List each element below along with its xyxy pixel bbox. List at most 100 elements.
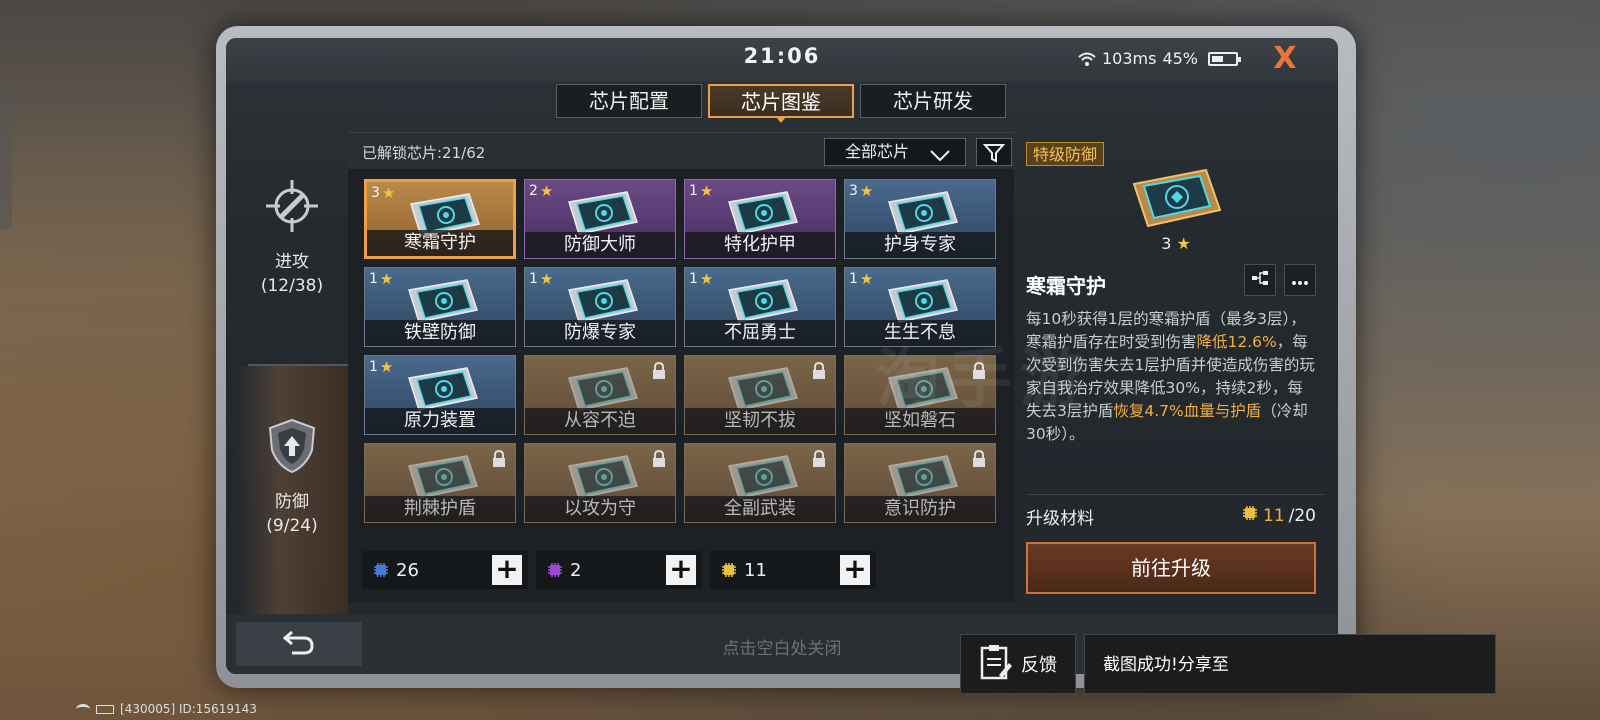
chip-card[interactable]: 全副武装 <box>684 443 836 523</box>
chip-star-count: 1 <box>369 271 378 287</box>
chip-name-label: 护身专家 <box>845 232 995 258</box>
device-id-text: [430005] ID:15619143 <box>120 702 257 716</box>
clipboard-icon <box>979 643 1013 685</box>
chip-card[interactable]: 3 ★ 护身专家 <box>844 179 996 259</box>
lock-icon <box>651 361 667 380</box>
add-blue-chip-button[interactable]: + <box>492 555 522 585</box>
category-attack[interactable]: 进攻 (12/38) <box>236 176 348 298</box>
chip-tree-button[interactable] <box>1244 264 1276 296</box>
chip-name-label: 坚韧不拔 <box>685 408 835 434</box>
chip-card[interactable]: 1 ★ 铁壁防御 <box>364 267 516 347</box>
category-defense-label: 防御 <box>275 492 309 512</box>
detail-actions <box>1244 264 1316 296</box>
chip-codex-screen: 21:06 103ms 45% X 芯片配置 芯片图鉴 芯片研发 进攻 (12/… <box>226 38 1338 674</box>
lock-icon <box>971 449 987 468</box>
chip-card[interactable]: 1 ★ 防爆专家 <box>524 267 676 347</box>
gold-chip-icon <box>720 561 738 579</box>
device-status-bar: [430005] ID:15619143 <box>76 702 257 716</box>
chip-card[interactable]: 3 ★ 寒霜守护 <box>364 179 516 259</box>
resource-gold-value: 11 <box>744 559 767 581</box>
chip-name-label: 寒霜守护 <box>367 230 513 256</box>
chip-card[interactable]: 从容不迫 <box>524 355 676 435</box>
lock-icon <box>651 449 667 468</box>
chevron-down-icon <box>929 145 951 171</box>
resource-blue-chip: 26 + <box>362 551 528 589</box>
star-icon: ★ <box>1171 234 1191 253</box>
upgrade-need: /20 <box>1288 505 1316 526</box>
chip-panel-header: 已解锁芯片:21/62 全部芯片 <box>348 133 1014 169</box>
chip-name-label: 铁壁防御 <box>365 320 515 346</box>
upgrade-have: 11 <box>1263 505 1285 526</box>
resource-bar: 26 + 2 + 11 + <box>362 551 876 589</box>
star-icon: ★ <box>859 270 874 288</box>
chip-filter-label: 全部芯片 <box>845 142 910 161</box>
purple-chip-icon <box>546 561 564 579</box>
chip-card-icon <box>721 188 803 238</box>
chip-stars: 1 ★ <box>369 358 393 376</box>
chip-name-label: 意识防护 <box>845 496 995 522</box>
chip-card-icon <box>401 452 483 502</box>
chip-name-label: 防御大师 <box>525 232 675 258</box>
star-icon: ★ <box>859 182 874 200</box>
category-defense-count: (9/24) <box>266 516 318 536</box>
tab-chip-codex[interactable]: 芯片图鉴 <box>708 84 854 123</box>
side-handle[interactable] <box>0 90 12 230</box>
chip-card[interactable]: 意识防护 <box>844 443 996 523</box>
tree-icon <box>1251 270 1269 291</box>
chip-stars: 2 ★ <box>529 182 553 200</box>
resource-blue-value: 26 <box>396 559 419 581</box>
add-gold-chip-button[interactable]: + <box>840 555 870 585</box>
chip-card[interactable]: 坚韧不拔 <box>684 355 836 435</box>
chip-card[interactable]: 以攻为守 <box>524 443 676 523</box>
chip-card-icon <box>721 276 803 326</box>
tab-chip-research[interactable]: 芯片研发 <box>860 84 1006 118</box>
chip-card-icon <box>561 276 643 326</box>
chip-stars: 3 ★ <box>849 182 873 200</box>
chip-card[interactable]: 2 ★ 防御大师 <box>524 179 676 259</box>
detail-divider <box>1026 494 1326 495</box>
chip-card-icon <box>1120 164 1230 234</box>
chip-star-count: 1 <box>689 271 698 287</box>
resource-gold-chip: 11 + <box>710 551 876 589</box>
chip-card[interactable]: 荆棘护盾 <box>364 443 516 523</box>
go-upgrade-button[interactable]: 前往升级 <box>1026 542 1316 594</box>
chip-card[interactable]: 1 ★ 特化护甲 <box>684 179 836 259</box>
chip-card[interactable]: 1 ★ 不屈勇士 <box>684 267 836 347</box>
battery-icon <box>1208 51 1241 66</box>
battery-fill <box>1212 55 1223 62</box>
star-icon: ★ <box>699 270 714 288</box>
star-icon: ★ <box>699 182 714 200</box>
close-button[interactable]: X <box>1268 42 1302 76</box>
chip-filter-dropdown[interactable]: 全部芯片 <box>824 138 966 166</box>
add-purple-chip-button[interactable]: + <box>666 555 696 585</box>
chip-star-count: 1 <box>529 271 538 287</box>
chip-card-icon <box>721 364 803 414</box>
chip-name-label: 防爆专家 <box>525 320 675 346</box>
category-defense[interactable]: 防御 (9/24) <box>236 366 348 636</box>
crosshair-icon <box>262 176 322 236</box>
chip-stars: 1 ★ <box>529 270 553 288</box>
desc-highlight-1: 降低12.6% <box>1196 333 1277 351</box>
category-sidebar: 进攻 (12/38) 防御 (9/24) <box>236 130 348 636</box>
chip-star-count: 1 <box>689 183 698 199</box>
screenshot-share-toast[interactable]: 截图成功!分享至 <box>1084 634 1496 694</box>
star-icon: ★ <box>379 358 394 376</box>
more-options-button[interactable] <box>1284 264 1316 296</box>
chip-star-count: 3 <box>849 183 858 199</box>
chip-card[interactable]: 1 ★ 原力装置 <box>364 355 516 435</box>
star-icon: ★ <box>539 270 554 288</box>
watermark: 淘手游 <box>876 343 1092 417</box>
rarity-badge: 特级防御 <box>1026 142 1105 166</box>
filter-button[interactable] <box>976 138 1012 166</box>
chip-name: 寒霜守护 <box>1026 274 1106 298</box>
gold-chip-icon <box>1241 504 1259 527</box>
tab-chip-config[interactable]: 芯片配置 <box>556 84 702 118</box>
detail-star-count: 3 <box>1161 234 1172 253</box>
chip-name-label: 不屈勇士 <box>685 320 835 346</box>
feedback-button[interactable]: 反馈 <box>960 634 1076 694</box>
unlocked-count: 已解锁芯片:21/62 <box>362 144 486 162</box>
filter-icon <box>977 143 1011 163</box>
status-indicators: 103ms 45% <box>1078 49 1241 68</box>
category-attack-count: (12/38) <box>260 276 324 296</box>
wifi-small-icon <box>76 704 90 714</box>
